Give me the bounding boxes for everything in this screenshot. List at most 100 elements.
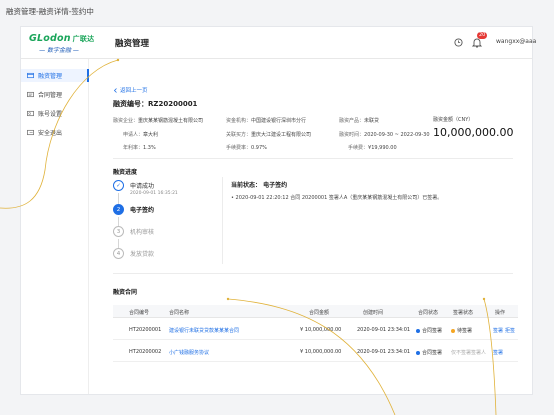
logo-wordmark: GLodon 广联达 [29,33,113,44]
column-header: 合同金额 [309,310,330,316]
info-value: 中国建设银行深圳市分行 [251,118,307,124]
progress-step: 3 机构审核 [113,226,203,240]
status-dot [416,350,420,355]
info-label: 融资产品： [339,118,365,124]
money-icon [27,72,34,79]
table-header: 合同编号 合同名称 合同金额 创建时间 合同状态 签署状态 操作 [113,305,518,318]
back-link-label: 返回上一页 [120,88,148,94]
column-header: 合同编号 [129,310,150,316]
financing-number-label: 融资编号： [113,100,148,108]
sidebar: 融资管理 合同管理 账号设置 安全退出 [21,59,89,394]
step-label: 申请成功 [130,183,155,190]
status-text: 合同签署 [422,328,443,334]
logo: GLodon 广联达 — 数字金融 — [29,33,113,54]
breadcrumb: 融资管理-融资详情-签约中 [6,7,94,16]
info-label: 关联买方： [226,132,252,138]
progress-log: • 2020-09-01 22:20:12 合同 20200001 签署人A（重… [231,195,443,201]
cell-status: 合同签署 [416,349,442,356]
step-connector [118,239,119,248]
step-label: 发放贷款 [130,251,155,258]
step-number: 4 [113,248,124,259]
cell-created: 2020-09-01 23:34:01 [357,349,411,355]
info-period: 融资时间：2020-09-30 ~ 2022-09-30 [339,131,430,138]
cell-status: 合同签署 [416,327,442,334]
logo-tagline: — 数字金融 — [39,47,79,54]
vertical-divider [222,177,223,264]
step-label: 机构审核 [130,229,155,236]
column-header: 合同状态 [418,310,439,316]
logo-sub: 广联达 [72,35,95,43]
status-text: 合同签署 [422,350,443,356]
status-dot [416,328,420,333]
info-label: 申请人： [123,132,144,138]
sidebar-item-logout[interactable]: 安全退出 [21,126,89,139]
info-label: 年利率： [123,145,144,151]
column-header: 签署状态 [453,310,474,316]
page-title: 融资管理 [115,39,150,49]
step-number: 3 [113,226,124,237]
cell-sign: 待签署 [451,327,472,334]
info-applicant: 申请人：章大利 [123,131,158,138]
info-value: ¥19,990.00 [368,145,397,151]
info-value: 0.97% [251,145,267,151]
info-buyer: 关联买方：重庆大江建设工程有限公司 [226,131,311,138]
divider [113,158,513,159]
notification-badge: 20 [477,32,488,39]
clock-icon[interactable] [454,38,463,47]
step-label: 电子签约 [130,207,155,214]
info-label: 融资企业： [113,118,139,124]
progress-step: ✓ 申请成功 2020-09-01 16:35:21 [113,180,203,196]
contract-name-link[interactable]: 小广钱融服务协议 [169,349,209,356]
info-service-rate: 手续费率：0.97% [226,144,267,151]
username[interactable]: wangxx@aaa [496,38,536,45]
info-fee: 手续费：¥19,990.00 [348,144,397,151]
sign-link[interactable]: 签署 [493,327,503,334]
info-rate: 年利率：1.3% [123,144,156,151]
sidebar-item-contracts[interactable]: 合同管理 [21,88,89,101]
cell-created: 2020-09-01 23:34:01 [357,327,411,333]
reject-link[interactable]: 拒签 [505,327,515,334]
info-label: 手续费率： [226,145,252,151]
info-value: 重庆某某钢筋混凝土有限公司 [138,118,204,124]
sign-link[interactable]: 签署 [493,349,503,356]
amount-value: 10,000,000.00 [433,126,514,139]
back-link[interactable]: 返回上一页 [113,86,148,94]
step-connector [118,217,119,226]
sidebar-item-finance[interactable]: 融资管理 [21,69,89,82]
sidebar-item-label: 账号设置 [38,111,63,118]
column-header: 创建时间 [363,310,384,316]
sign-text: 待签署 [457,328,473,334]
sidebar-item-label: 融资管理 [38,73,63,80]
financing-number-value: RZ20200001 [148,100,198,108]
app-window: GLodon 广联达 — 数字金融 — 融资管理 20 wangxx@aaa 融资… [21,27,536,394]
progress-step: 4 发放贷款 [113,248,203,262]
account-icon [27,110,34,117]
info-product: 融资产品：未联贷 [339,117,379,124]
contracts-title: 融资合同 [113,289,138,296]
info-value: 重庆大江建设工程有限公司 [251,132,312,138]
sidebar-item-label: 安全退出 [38,130,63,137]
logout-icon [27,129,34,136]
info-value: 2020-09-30 ~ 2022-09-30 [364,132,430,138]
progress-step: 2 电子签约 [113,204,203,218]
contract-icon [27,91,34,98]
amount-label: 融资金额（CNY） [433,117,474,123]
sidebar-item-account[interactable]: 账号设置 [21,107,89,120]
progress-title: 融资进度 [113,169,138,176]
cell-amount: ¥ 10,000,000.00 [300,349,342,355]
info-value: 未联贷 [364,118,380,124]
cell-sign: 仅不签署签署人 [451,350,487,356]
cell-contract-no: HT20200002 [129,349,162,355]
info-label: 融资时间： [339,132,365,138]
current-status: 当前状态： 电子签约 [231,182,288,189]
sign-dot [451,328,455,333]
financing-number: 融资编号：RZ20200001 [113,99,197,109]
step-check-icon: ✓ [113,180,124,191]
column-header: 操作 [495,310,506,316]
info-fund: 资金机构：中国建设银行深圳市分行 [226,117,306,124]
cell-contract-no: HT20200001 [129,327,162,333]
info-label: 资金机构： [226,118,252,124]
divider [113,273,513,274]
contract-name-link[interactable]: 建设银行未联贷贷款某某某合同 [169,327,239,334]
info-value: 1.3% [143,145,156,151]
